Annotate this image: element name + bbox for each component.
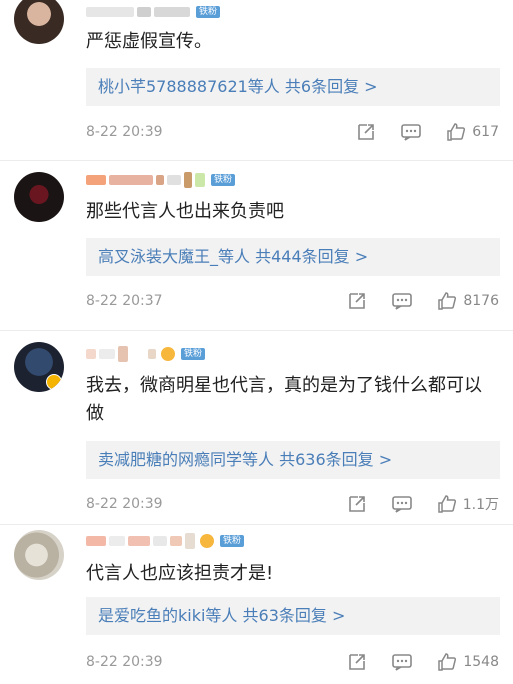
comment-text: 我去，微商明星也代言，真的是为了钱什么都可以做 bbox=[86, 375, 482, 424]
like-button[interactable]: 1548 bbox=[437, 652, 499, 672]
thumbs-up-icon bbox=[438, 292, 457, 310]
username[interactable]: 铁粉 bbox=[86, 3, 221, 21]
timestamp: 8-22 20:39 bbox=[86, 496, 163, 512]
share-icon[interactable] bbox=[347, 652, 367, 672]
fan-badge: 铁粉 bbox=[211, 174, 236, 186]
thumbs-up-icon bbox=[438, 653, 457, 671]
username[interactable]: 铁粉 bbox=[86, 345, 206, 363]
like-count: 1548 bbox=[463, 654, 499, 670]
avatar[interactable] bbox=[14, 172, 64, 222]
fan-badge: 铁粉 bbox=[220, 535, 245, 547]
like-button[interactable]: 8176 bbox=[437, 291, 499, 311]
timestamp: 8-22 20:37 bbox=[86, 293, 163, 309]
comment-text: 那些代言人也出来负责吧 bbox=[86, 201, 284, 222]
share-icon[interactable] bbox=[356, 122, 376, 142]
avatar[interactable] bbox=[14, 342, 64, 392]
comment-text: 代言人也应该担责才是! bbox=[86, 563, 274, 584]
thumbs-up-icon bbox=[437, 495, 456, 513]
reply-summary[interactable]: 是爱吃鱼的kiki等人 共63条回复 > bbox=[86, 597, 500, 635]
like-count: 1.1万 bbox=[462, 497, 499, 513]
verified-icon bbox=[46, 374, 62, 390]
avatar[interactable] bbox=[14, 530, 64, 580]
share-icon[interactable] bbox=[347, 494, 367, 514]
username[interactable]: 铁粉 bbox=[86, 532, 245, 550]
reply-summary[interactable]: 高叉泳装大魔王_等人 共444条回复 > bbox=[86, 238, 500, 276]
like-button[interactable]: 617 bbox=[446, 122, 499, 142]
thumbs-up-icon bbox=[447, 123, 466, 141]
like-button[interactable]: 1.1万 bbox=[437, 494, 499, 514]
reply-summary[interactable]: 桃小芊5788887621等人 共6条回复 > bbox=[86, 68, 500, 106]
like-count: 8176 bbox=[463, 293, 499, 309]
username[interactable]: 铁粉 bbox=[86, 171, 236, 189]
avatar[interactable] bbox=[14, 0, 64, 44]
fan-badge: 铁粉 bbox=[196, 6, 221, 18]
crown-icon bbox=[161, 347, 175, 361]
fan-badge: 铁粉 bbox=[181, 348, 206, 360]
share-icon[interactable] bbox=[347, 291, 367, 311]
comment-icon[interactable] bbox=[391, 652, 413, 672]
comment-icon[interactable] bbox=[400, 122, 422, 142]
like-count: 617 bbox=[472, 124, 499, 140]
reply-summary[interactable]: 卖减肥糖的网瘾同学等人 共636条回复 > bbox=[86, 441, 500, 479]
comment-icon[interactable] bbox=[391, 494, 413, 514]
crown-icon bbox=[200, 534, 214, 548]
comment-text: 严惩虚假宣传。 bbox=[86, 31, 212, 52]
comment-icon[interactable] bbox=[391, 291, 413, 311]
timestamp: 8-22 20:39 bbox=[86, 124, 163, 140]
timestamp: 8-22 20:39 bbox=[86, 654, 163, 670]
